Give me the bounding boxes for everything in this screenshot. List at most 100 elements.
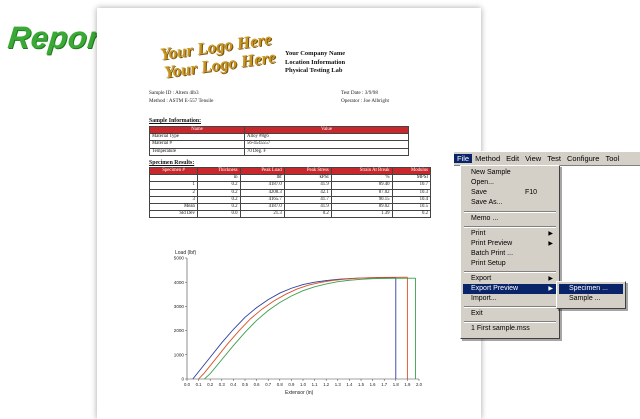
x-tick-label: 2.0	[416, 382, 423, 387]
menu-separator	[464, 226, 556, 228]
menu-item-batch-print[interactable]: Batch Print ...	[463, 249, 557, 259]
table-cell: 1	[149, 181, 198, 190]
table-cell: 87.02	[330, 188, 393, 197]
menu-item-save-as[interactable]: Save As...	[463, 198, 557, 208]
menu-item-export-preview[interactable]: Export Preview ▶	[463, 284, 557, 294]
menu-method[interactable]: Method	[472, 154, 503, 163]
x-tick-label: 0.2	[207, 382, 214, 387]
menu-item-new-sample[interactable]: New Sample	[463, 168, 557, 178]
menu-item-label: Print Setup	[471, 260, 506, 267]
menu-bar: File Method Edit View Test Configure Too…	[454, 151, 640, 166]
menu-item-open[interactable]: Open...	[463, 178, 557, 188]
table-cell: Material Type	[149, 133, 245, 142]
x-tick-label: 1.3	[335, 382, 342, 387]
menu-item-print[interactable]: Print ▶	[463, 229, 557, 239]
x-axis-label: Extensor (in)	[285, 390, 314, 396]
x-tick-label: 1.2	[323, 382, 330, 387]
table-cell: 70 Deg. F	[244, 147, 409, 156]
table-header-row: Specimen # Thickness Peak Load Peak Stre…	[149, 166, 432, 176]
menu-tool[interactable]: Tool	[602, 154, 622, 163]
sample-info-table: Name Value Material Type Alloy #8g6 Mate…	[149, 125, 409, 156]
menu-item-label: Batch Print ...	[471, 250, 514, 257]
column-header: Value	[244, 125, 409, 135]
menu-item-label: Save As...	[471, 199, 503, 206]
menu-item-memo[interactable]: Memo ...	[463, 214, 557, 224]
table-cell: 90.15	[330, 195, 393, 205]
menu-edit[interactable]: Edit	[503, 154, 522, 163]
column-header: Peak Stress	[283, 166, 332, 176]
y-tick-label: 2000	[174, 328, 185, 333]
test-date: Test Date : 3/9/98	[341, 90, 378, 96]
y-tick-label: 5000	[174, 256, 185, 261]
export-preview-submenu: Specimen ... Sample ...	[556, 281, 626, 309]
submenu-item-sample[interactable]: Sample ...	[559, 294, 623, 304]
table-cell: 4187.0	[239, 181, 285, 190]
menu-item-print-preview[interactable]: Print Preview ▶	[463, 239, 557, 249]
company-location: Location Information	[285, 58, 346, 66]
x-tick-label: 0.1	[196, 382, 203, 387]
menu-separator	[464, 211, 556, 213]
table-row: 2 0.2 4208.3 42.1 87.02 10.3	[149, 188, 432, 197]
unit-cell: lbf	[239, 174, 285, 183]
series-line-1	[192, 277, 396, 380]
menu-item-label: Print Preview	[471, 240, 513, 247]
menu-separator	[464, 306, 556, 308]
table-cell: 42.1	[283, 188, 332, 197]
series-line-3	[204, 277, 416, 380]
sample-info-heading: Sample Information:	[149, 118, 202, 124]
menu-file[interactable]: File	[454, 154, 473, 163]
test-meta: Test Date : 3/9/98 Operator : Joe Albrig…	[341, 90, 389, 105]
table-row: Temperature 70 Deg. F	[149, 147, 409, 156]
specimen-rows: 1 0.2 4187.0 41.9 89.40 10.7 2 0.2 4208.3 42.1 87.…	[149, 181, 432, 219]
x-tick-label: 1.0	[300, 382, 307, 387]
chart-axes: 0 1000 2000 3000 4000 5000 0.0 0.1 0.2 0.3 0.4 0.5 0…	[174, 256, 423, 387]
table-cell: 0.2	[196, 181, 241, 190]
submenu-item-specimen[interactable]: Specimen ...	[559, 284, 623, 294]
table-cell: 0.2	[196, 195, 241, 205]
x-tick-label: 1.8	[393, 382, 400, 387]
sample-meta: Sample ID : Altem 4lb3 Method : ASTM E-5…	[149, 90, 213, 105]
table-cell: 2	[149, 188, 198, 197]
menu-view[interactable]: View	[522, 154, 544, 163]
y-tick-label: 4000	[174, 280, 185, 285]
menu-item-label: Save	[471, 189, 487, 196]
table-row: 3 0.2 4165.7 41.7 90.15 10.4	[149, 195, 432, 205]
series-line-2	[198, 276, 408, 380]
menu-item-export[interactable]: Export ▶	[463, 274, 557, 284]
menu-item-label: Print	[471, 230, 486, 237]
table-cell: Material #	[149, 140, 245, 149]
table-cell: 41.9	[283, 181, 332, 190]
x-tick-label: 1.5	[358, 382, 365, 387]
test-method: Method : ASTM E-557 Tensile	[149, 97, 214, 104]
table-cell: 4187.0	[239, 203, 285, 212]
menu-test[interactable]: Test	[544, 154, 564, 163]
submenu-arrow-icon: ▶	[548, 241, 553, 247]
submenu-arrow-icon: ▶	[548, 276, 553, 282]
x-tick-label: 0.3	[219, 382, 226, 387]
specimen-results-table: Specimen # Thickness Peak Load Peak Stre…	[149, 166, 432, 219]
menu-item-save[interactable]: Save F10	[463, 188, 557, 198]
submenu-arrow-icon: ▶	[548, 231, 553, 237]
menu-item-label: New Sample	[471, 169, 511, 176]
menu-item-label: Export Preview	[471, 285, 519, 292]
menu-item-exit[interactable]: Exit	[463, 309, 557, 319]
table-cell: Temperature	[149, 147, 245, 156]
table-cell: 1.39	[330, 210, 393, 219]
menu-item-label: Import...	[471, 295, 497, 302]
column-header: Name	[149, 125, 245, 135]
menu-item-recent-file[interactable]: 1 First sample.mss	[463, 324, 557, 334]
table-row: 1 0.2 4187.0 41.9 89.40 10.7	[149, 181, 432, 190]
unit-cell: %	[330, 174, 393, 183]
y-tick-label: 0	[181, 377, 184, 382]
menu-item-print-setup[interactable]: Print Setup	[463, 259, 557, 269]
column-header: Specimen #	[149, 166, 198, 176]
menu-item-label: Open...	[471, 179, 494, 186]
x-tick-label: 1.9	[404, 382, 411, 387]
x-tick-label: 1.7	[381, 382, 388, 387]
y-tick-label: 3000	[174, 304, 185, 309]
menu-item-import[interactable]: Import...	[463, 294, 557, 304]
menu-configure[interactable]: Configure	[564, 154, 603, 163]
company-logo: Your Logo Here Your Logo Here	[159, 29, 277, 84]
unit-cell: kPSI	[283, 174, 332, 183]
x-tick-label: 0.0	[184, 382, 191, 387]
